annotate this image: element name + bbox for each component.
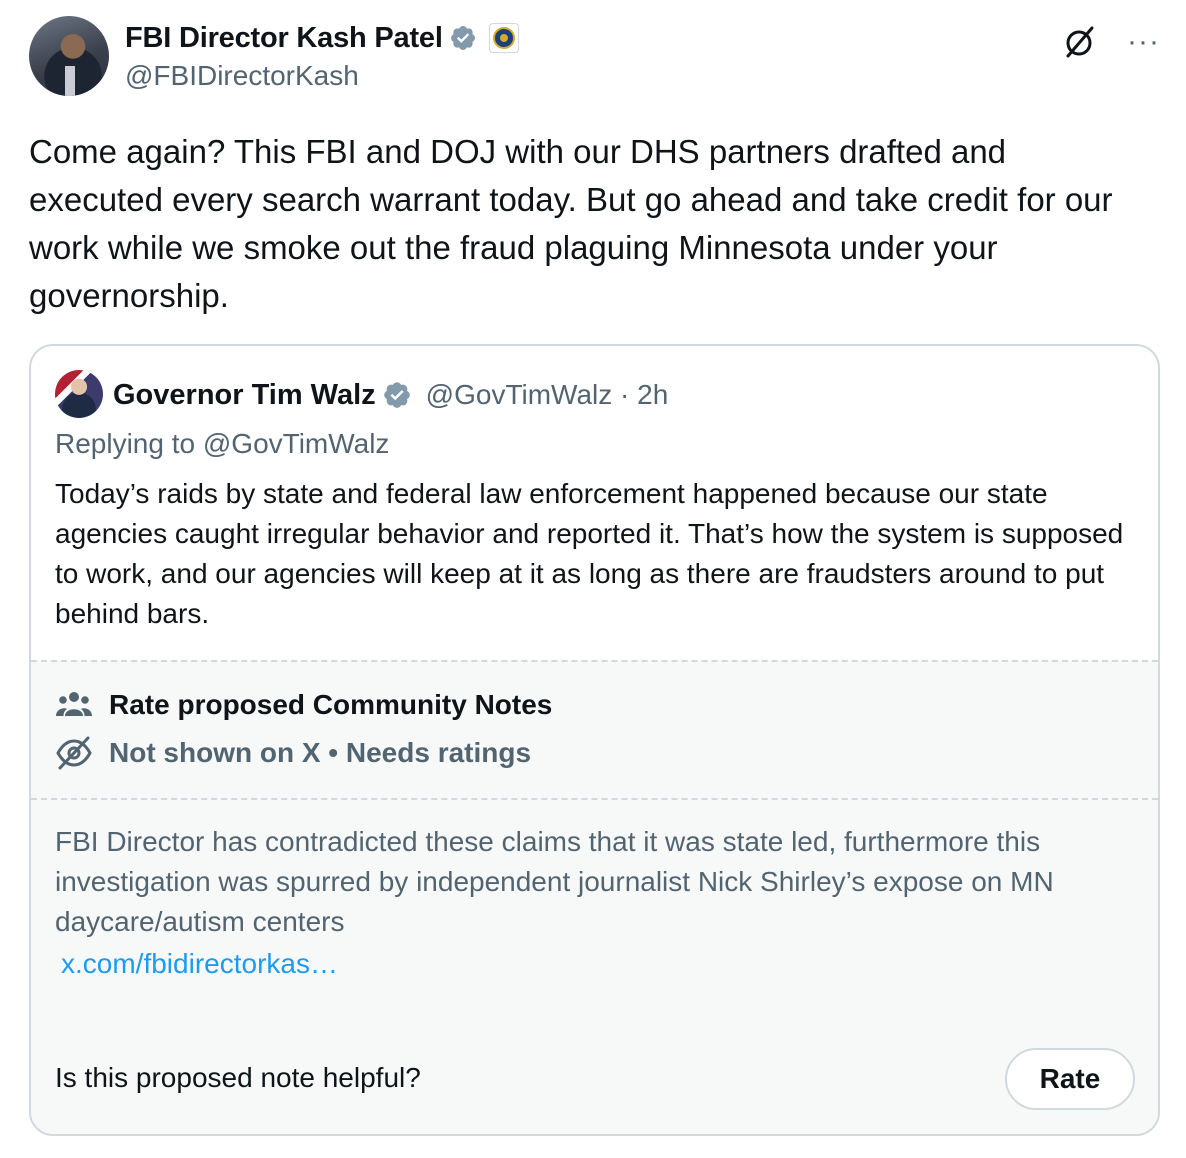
quoted-text: Today’s raids by state and federal law e… bbox=[55, 478, 1124, 629]
quoted-tweet[interactable]: Governor Tim Walz @GovTimWalz · 2h Reply… bbox=[31, 346, 1158, 660]
quoted-header: Governor Tim Walz @GovTimWalz · 2h bbox=[113, 372, 668, 418]
grok-icon[interactable] bbox=[1059, 22, 1099, 62]
community-note-text: FBI Director has contradicted these clai… bbox=[55, 826, 1054, 937]
author-avatar[interactable] bbox=[29, 16, 109, 96]
quoted-display-name[interactable]: Governor Tim Walz bbox=[113, 379, 376, 412]
top-actions: ··· bbox=[1059, 22, 1160, 62]
author-names: FBI Director Kash Patel @FBIDirectorKash bbox=[125, 18, 519, 92]
community-notes-status-row: Not shown on X • Needs ratings bbox=[55, 734, 531, 772]
author-handle[interactable]: @FBIDirectorKash bbox=[125, 60, 519, 92]
quoted-avatar[interactable] bbox=[55, 370, 103, 418]
tweet-text: Come again? This FBI and DOJ with our DH… bbox=[29, 133, 1113, 314]
community-note-link[interactable]: x.com/fbidirectorkas… bbox=[61, 948, 338, 980]
quoted-handle-time[interactable]: @GovTimWalz · 2h bbox=[426, 379, 669, 411]
fbi-seal-icon[interactable] bbox=[488, 23, 519, 53]
people-icon bbox=[56, 692, 92, 716]
quoted-tweet-card[interactable]: Governor Tim Walz @GovTimWalz · 2h Reply… bbox=[29, 344, 1160, 1136]
tweet-page: FBI Director Kash Patel @FBIDirectorKash… bbox=[0, 0, 1186, 1158]
display-name-row: FBI Director Kash Patel bbox=[125, 18, 519, 58]
helpful-question: Is this proposed note helpful? bbox=[55, 1062, 421, 1093]
community-notes-header[interactable]: Rate proposed Community Notes bbox=[55, 686, 552, 724]
divider bbox=[31, 798, 1158, 800]
replying-to: Replying to @GovTimWalz bbox=[55, 428, 390, 459]
rate-button[interactable]: Rate bbox=[1005, 1048, 1135, 1110]
community-notes-panel: Rate proposed Community Notes Not shown … bbox=[31, 660, 1158, 1134]
community-notes-status: Not shown on X • Needs ratings bbox=[109, 737, 532, 768]
community-notes-title: Rate proposed Community Notes bbox=[109, 689, 553, 720]
eye-slash-icon bbox=[56, 736, 92, 770]
more-icon[interactable]: ··· bbox=[1127, 27, 1160, 57]
verified-badge-icon[interactable] bbox=[449, 24, 477, 52]
verified-badge-icon[interactable] bbox=[382, 380, 412, 410]
author-display-name[interactable]: FBI Director Kash Patel bbox=[125, 22, 443, 55]
tweet-header: FBI Director Kash Patel @FBIDirectorKash… bbox=[29, 16, 1160, 96]
